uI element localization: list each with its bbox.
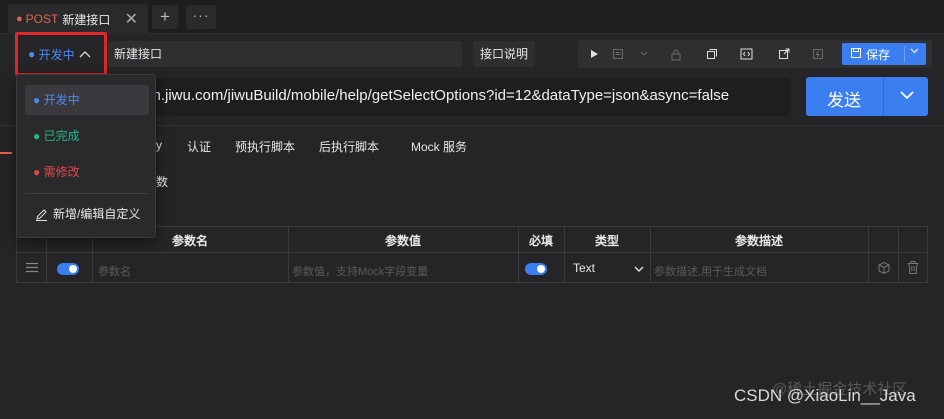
tab-new-api[interactable]: ● POST 新建接口 ✕ (8, 4, 148, 34)
send-label: 发送 (827, 91, 861, 110)
chevron-up-icon (79, 47, 91, 61)
tab-pre-script[interactable]: 预执行脚本 (235, 138, 295, 155)
edit-custom-status-button[interactable]: 新增/编辑自定义 (35, 201, 140, 227)
tab-title: 新建接口 (62, 12, 111, 27)
status-select[interactable]: ● 开发中 (15, 32, 107, 76)
url-input[interactable]: //m.jiwu.com/jiwuBuild/mobile/help/getSe… (140, 78, 790, 116)
lock-icon[interactable] (668, 46, 684, 62)
tab-body-partial[interactable]: y (156, 138, 162, 152)
param-description-input[interactable]: 参数描述,用于生成文档 (654, 263, 767, 279)
send-button[interactable]: 发送 (806, 77, 928, 116)
params-subtab-partial[interactable]: 数 (156, 173, 168, 190)
status-dropdown-menu: ● 开发中 ● 已完成 ● 需修改 新增/编辑自定义 (16, 74, 156, 238)
cube-icon[interactable] (877, 261, 891, 275)
header-type: 类型 (594, 234, 619, 248)
tab-bar: ● POST 新建接口 ✕ + ··· (0, 0, 944, 34)
unsaved-dot-icon: ● (16, 13, 23, 25)
header-param-value: 参数值 (384, 234, 421, 248)
api-description-button[interactable]: 接口说明 (473, 41, 535, 67)
param-value-input[interactable]: 参数值，支持Mock字段变量 (292, 263, 428, 279)
drag-handle-icon[interactable] (25, 262, 39, 273)
type-chevron-down-icon[interactable] (633, 263, 645, 273)
status-option-label: 开发中 (43, 93, 80, 107)
required-toggle[interactable] (525, 263, 547, 275)
tab-method: POST (25, 12, 59, 26)
action-toolbar: 保存 (578, 40, 932, 68)
code-icon[interactable] (738, 46, 754, 62)
header-required: 必填 (528, 234, 553, 248)
run-icon[interactable] (586, 46, 602, 62)
add-tab-button[interactable]: + (152, 5, 178, 29)
save-options-chevron-icon[interactable] (910, 46, 919, 57)
status-option-label: 需修改 (43, 165, 80, 179)
share-icon[interactable] (776, 46, 792, 62)
active-tab-indicator (0, 152, 12, 154)
save-divider (904, 46, 905, 62)
url-value: //m.jiwu.com/jiwuBuild/mobile/help/getSe… (140, 87, 730, 104)
status-option-label: 已完成 (43, 129, 80, 143)
tab-post-script[interactable]: 后执行脚本 (319, 138, 379, 155)
status-option-developing[interactable]: ● 开发中 (25, 85, 149, 115)
status-option-completed[interactable]: ● 已完成 (25, 121, 149, 151)
tab-auth[interactable]: 认证 (187, 138, 211, 155)
status-option-needs-change[interactable]: ● 需修改 (25, 157, 149, 187)
trash-icon[interactable] (906, 260, 920, 275)
status-dot-icon: ● (28, 47, 39, 61)
send-options-chevron-icon[interactable] (896, 85, 918, 105)
document-icon[interactable] (610, 46, 626, 62)
copy-icon[interactable] (704, 46, 720, 62)
tab-mock-service[interactable]: Mock 服务 (411, 138, 467, 155)
status-label: 开发中 (38, 47, 75, 62)
flash-icon[interactable] (810, 46, 826, 62)
save-button[interactable]: 保存 (842, 43, 926, 65)
row-enabled-toggle[interactable] (57, 263, 79, 275)
param-name-input[interactable]: 参数名 (98, 263, 131, 279)
edit-custom-label: 新增/编辑自定义 (53, 207, 141, 221)
header-description: 参数描述 (734, 234, 783, 248)
send-divider (883, 77, 884, 116)
save-label: 保存 (866, 47, 891, 62)
chevron-down-icon[interactable] (636, 46, 652, 62)
watermark: CSDN @XiaoLin__Java (734, 386, 916, 405)
edit-icon (36, 208, 47, 221)
close-tab-icon[interactable]: ✕ (125, 9, 138, 29)
more-tabs-button[interactable]: ··· (186, 5, 216, 29)
api-name-input[interactable]: 新建接口 (108, 41, 462, 67)
type-select[interactable]: Text (573, 261, 595, 275)
save-icon (850, 47, 862, 62)
dropdown-divider (25, 193, 149, 194)
